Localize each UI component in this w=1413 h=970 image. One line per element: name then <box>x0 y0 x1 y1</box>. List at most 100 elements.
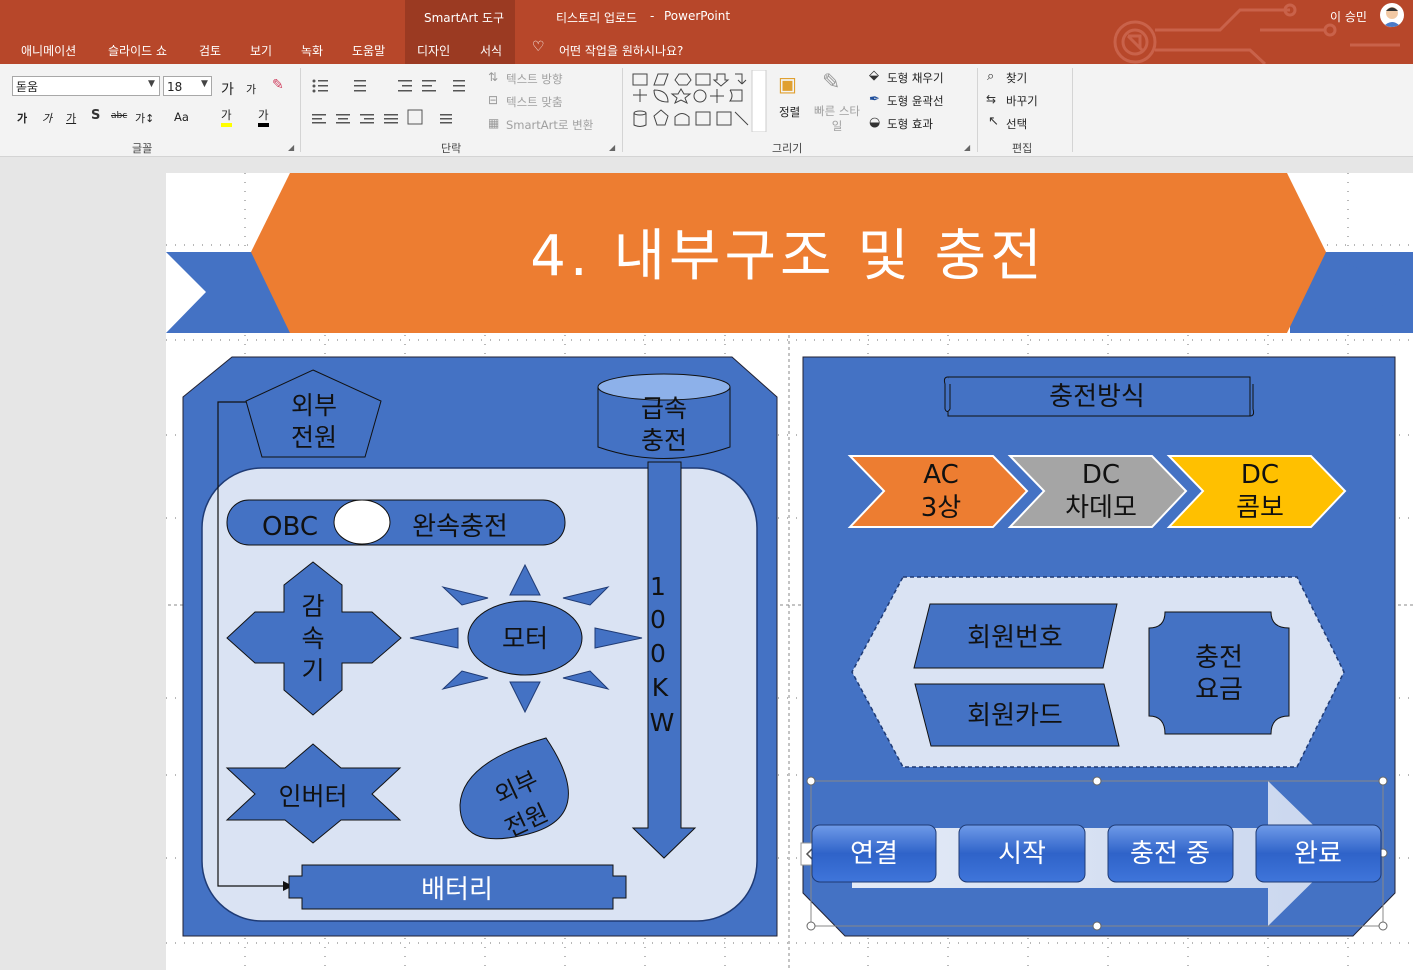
font-color-button[interactable]: 가 <box>258 107 269 127</box>
paragraph-format-icons[interactable] <box>310 76 490 128</box>
chademo-line2: 차데모 <box>1065 493 1137 523</box>
font-group-label: 글꼴 <box>132 142 153 155</box>
charge-fee-line2: 요금 <box>1195 675 1243 705</box>
shape-fill-button[interactable]: 도형 채우기 <box>887 70 944 86</box>
slide-drawing: 4. 내부구조 및 충전 외부 전원 급속 충전 1 0 0 K W OBC 완… <box>166 173 1413 970</box>
cursor-arrow-icon[interactable]: ↖ <box>988 114 999 129</box>
document-title: 티스토리 업로드 <box>556 11 638 25</box>
fast-charge-line2: 충전 <box>641 426 687 455</box>
slide-title: 4. 내부구조 및 충전 <box>530 224 1045 289</box>
dialog-launcher-icon[interactable]: ◢ <box>288 143 294 152</box>
chevron-down-icon[interactable]: ▼ <box>148 79 155 89</box>
dialog-launcher-icon[interactable]: ◢ <box>609 143 615 152</box>
lightbulb-icon[interactable]: ♡ <box>532 39 545 55</box>
reducer-1: 감 <box>301 592 324 621</box>
tab-review[interactable]: 검토 <box>199 42 221 59</box>
shape-effects-icon[interactable]: ◒ <box>869 115 880 130</box>
character-spacing-button[interactable]: 가↕ <box>135 110 154 126</box>
inverter-label: 인버터 <box>278 782 347 811</box>
bold-button[interactable]: 가 <box>17 110 27 126</box>
chademo-line1: DC <box>1082 460 1120 490</box>
obc-label: OBC <box>262 512 318 542</box>
charge-fee-line1: 충전 <box>1195 643 1243 673</box>
shadow-s-icon[interactable]: S <box>91 108 100 123</box>
user-avatar-icon <box>1383 7 1401 27</box>
combo-line1: DC <box>1241 460 1279 490</box>
external-power-line1: 외부 <box>291 391 337 420</box>
user-name[interactable]: 이 승민 <box>1330 8 1367 25</box>
chevron-down-icon[interactable]: ▼ <box>201 79 208 89</box>
power-rating-1: 1 <box>650 572 666 601</box>
slow-charge-label: 완속충전 <box>412 512 508 542</box>
ribbon-separator <box>977 68 978 152</box>
member-card-label: 회원카드 <box>967 701 1063 731</box>
replace-icon[interactable]: ⇆ <box>986 92 996 106</box>
shapes-gallery[interactable] <box>630 70 768 132</box>
fast-charge-line1: 급속 <box>641 394 687 423</box>
motor-label: 모터 <box>502 624 548 653</box>
drawing-group-label: 그리기 <box>772 142 803 155</box>
quick-styles-icon[interactable]: ✎ <box>822 70 840 95</box>
tab-slideshow[interactable]: 슬라이드 쇼 <box>108 42 167 59</box>
highlight-color-button[interactable]: 가 <box>221 107 232 127</box>
context-group-label: SmartArt 도구 <box>424 11 505 25</box>
paint-bucket-icon[interactable]: ⬙ <box>869 68 879 83</box>
smartart-convert-icon: ▦ <box>488 116 500 130</box>
replace-button[interactable]: 바꾸기 <box>1006 93 1038 109</box>
arrange-icon[interactable]: ▣ <box>778 72 797 96</box>
align-text-icon: ⊟ <box>488 93 499 107</box>
tell-me-search[interactable]: 어떤 작업을 원하시나요? <box>559 42 683 59</box>
tab-view[interactable]: 보기 <box>250 42 272 59</box>
power-rating-4: K <box>652 673 669 702</box>
underline-button[interactable]: 가 <box>66 110 76 126</box>
tab-record[interactable]: 녹화 <box>301 42 323 59</box>
tab-animations[interactable]: 애니메이션 <box>21 42 76 59</box>
app-name: PowerPoint <box>664 9 731 23</box>
process-step-2-label: 시작 <box>998 839 1046 869</box>
external-power-line2: 전원 <box>291 423 337 452</box>
tab-design[interactable]: 디자인 <box>417 42 450 59</box>
align-text-button[interactable]: 텍스트 맞춤 <box>506 94 563 110</box>
process-step-1-label: 연결 <box>850 839 898 869</box>
slide-canvas[interactable]: 4. 내부구조 및 충전 외부 전원 급속 충전 1 0 0 K W OBC 완… <box>166 173 1413 970</box>
text-direction-button[interactable]: 텍스트 방향 <box>506 71 563 87</box>
battery-label: 배터리 <box>421 875 493 905</box>
ac-line1: AC <box>923 460 958 490</box>
select-button[interactable]: 선택 <box>1006 116 1027 132</box>
search-icon[interactable]: ⌕ <box>987 69 994 84</box>
power-rating-3: 0 <box>650 639 666 668</box>
quick-styles-button[interactable]: 빠른 스타일 <box>812 104 862 134</box>
dialog-launcher-icon[interactable]: ◢ <box>964 143 970 152</box>
charge-fee-shape <box>1148 611 1290 735</box>
editing-group-label: 편집 <box>1012 142 1033 155</box>
clear-formatting-icon[interactable]: ✎ <box>272 77 284 93</box>
reducer-3: 기 <box>301 656 324 685</box>
process-step-4-label: 완료 <box>1294 839 1342 869</box>
avatar[interactable] <box>1380 3 1404 27</box>
ribbon-separator <box>1072 68 1073 152</box>
convert-smartart-button[interactable]: SmartArt로 변환 <box>506 117 593 133</box>
text-direction-icon: ⇅ <box>488 70 499 84</box>
ribbon-separator <box>300 68 301 152</box>
grow-font-button[interactable]: 가 <box>221 79 234 99</box>
tab-format[interactable]: 서식 <box>480 42 502 59</box>
shape-effects-button[interactable]: 도형 효과 <box>887 116 933 132</box>
find-button[interactable]: 찾기 <box>1006 70 1027 86</box>
change-case-button[interactable]: Aa <box>174 110 189 124</box>
charging-method-label: 충전방식 <box>1049 382 1145 412</box>
arrange-button[interactable]: 정렬 <box>779 104 800 120</box>
italic-button[interactable]: 가 <box>42 110 52 126</box>
power-rating-2: 0 <box>650 605 666 634</box>
member-number-label: 회원번호 <box>967 623 1063 653</box>
strikethrough-button[interactable]: abc <box>111 111 127 121</box>
power-rating-5: W <box>650 708 675 737</box>
shape-outline-button[interactable]: 도형 윤곽선 <box>887 93 944 109</box>
process-step-3-label: 충전 중 <box>1130 839 1210 869</box>
pen-outline-icon[interactable]: ✒ <box>869 92 880 107</box>
ribbon-separator <box>622 68 623 152</box>
tab-help[interactable]: 도움말 <box>352 42 385 59</box>
shrink-font-button[interactable]: 가 <box>246 81 256 97</box>
title-dash: - <box>650 9 655 23</box>
font-name-select[interactable]: 돋움 <box>12 76 160 96</box>
reducer-2: 속 <box>301 624 324 653</box>
